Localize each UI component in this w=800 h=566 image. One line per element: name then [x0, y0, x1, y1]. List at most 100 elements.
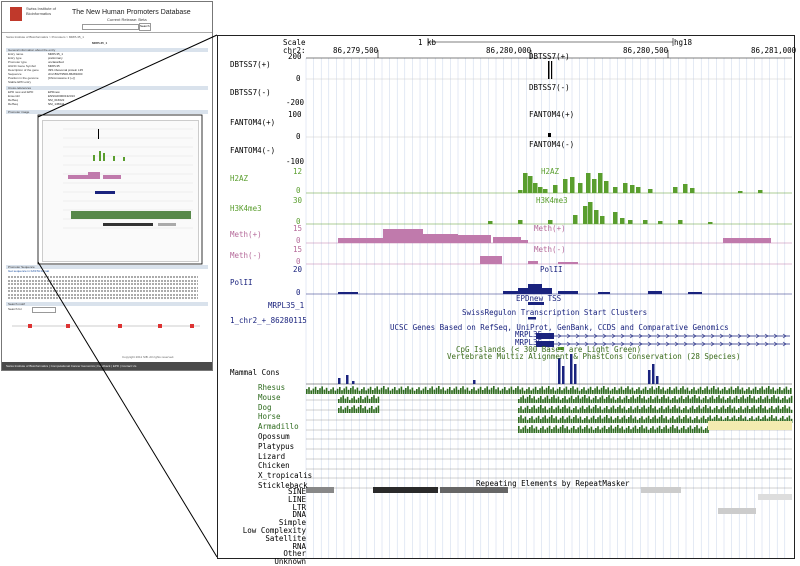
- sequence-line: [8, 279, 198, 282]
- track-label-swissregion-id[interactable]: 1_chr2_+_86280115: [230, 316, 307, 325]
- crossref-field-label: RefSeq: [8, 102, 19, 106]
- species-label[interactable]: Armadillo: [258, 422, 299, 431]
- alignment-bar: [355, 408, 358, 413]
- alignment-bar: [557, 405, 560, 413]
- alignment-bar: [738, 408, 740, 413]
- alignment-bar: [705, 428, 707, 433]
- species-label[interactable]: Rhesus: [258, 383, 285, 392]
- alignment-bar: [535, 426, 538, 433]
- alignment-bar: [577, 409, 579, 413]
- alignment-bar: [672, 398, 674, 403]
- species-label[interactable]: X_tropicalis: [258, 471, 312, 480]
- alignment-bar: [784, 405, 786, 413]
- alignment-bar: [464, 389, 466, 394]
- alignment-bar: [584, 409, 586, 413]
- alignment-bar: [768, 407, 771, 413]
- alignment-bar: [623, 406, 626, 413]
- sib-logo: [10, 7, 22, 21]
- alignment-bar: [597, 417, 599, 423]
- alignment-bar: [542, 399, 544, 403]
- alignment-bar: [352, 386, 354, 394]
- alignment-bar: [552, 387, 554, 394]
- alignment-bar: [342, 395, 344, 403]
- alignment-bar: [590, 399, 593, 403]
- mini-track-shape: [103, 223, 153, 226]
- alignment-bar: [539, 388, 541, 394]
- species-label[interactable]: Dog: [258, 403, 272, 412]
- track-label-meth-minus[interactable]: Meth(-): [230, 251, 262, 260]
- alignment-bar: [512, 389, 515, 394]
- alignment-bar: [493, 386, 495, 394]
- alignment-bar: [575, 415, 577, 423]
- alignment-bar: [520, 397, 522, 403]
- alignment-bar: [746, 389, 748, 394]
- conservation-label: Vertebrate Multiz Alignment & PhastCons …: [447, 352, 741, 361]
- species-label[interactable]: Horse: [258, 412, 281, 421]
- alignment-bar: [726, 390, 728, 394]
- track-label-mrpl35-1[interactable]: MRPL35_1: [268, 301, 304, 310]
- track-label-h2az[interactable]: H2AZ: [230, 174, 248, 183]
- alignment-bar: [508, 388, 510, 394]
- alignment-bar: [676, 408, 678, 413]
- alignment-bar: [444, 390, 447, 394]
- alignment-bar: [790, 409, 793, 413]
- alignment-bar: [617, 398, 619, 403]
- alignment-bar: [531, 407, 533, 413]
- alignment-bar: [674, 419, 676, 423]
- species-label[interactable]: Platypus: [258, 442, 294, 451]
- alignment-bar: [420, 390, 422, 394]
- track-label-fantom-plus[interactable]: FANTOM4(+): [230, 118, 275, 127]
- alignment-bar: [782, 407, 784, 413]
- alignment-bar: [363, 387, 365, 394]
- alignment-bar: [561, 390, 563, 394]
- alignment-bar: [342, 409, 344, 413]
- alignment-bar: [676, 426, 678, 433]
- alignment-bar: [729, 396, 731, 403]
- motif-select[interactable]: [32, 307, 56, 313]
- alignment-bar: [625, 395, 628, 403]
- alignment-bar: [603, 386, 605, 394]
- alignment-bar: [468, 390, 471, 394]
- track-label-fantom-minus[interactable]: FANTOM4(-): [230, 146, 275, 155]
- species-label[interactable]: Chicken: [258, 461, 290, 470]
- alignment-bar: [790, 395, 793, 403]
- track-label-polii[interactable]: PolII: [230, 278, 253, 287]
- alignment-bar: [678, 429, 681, 433]
- species-label[interactable]: Lizard: [258, 452, 285, 461]
- alignment-bar: [597, 408, 599, 413]
- species-label[interactable]: Mouse: [258, 393, 281, 402]
- alignment-bar: [729, 405, 731, 413]
- search-button[interactable]: Search: [139, 23, 151, 31]
- alignment-bar: [581, 396, 584, 403]
- alignment-bar: [577, 427, 579, 433]
- mini-track-shape: [99, 151, 101, 161]
- breadcrumb[interactable]: Swiss Institute of Bioinformatics > Prom…: [6, 35, 84, 39]
- alignment-bar: [710, 387, 713, 394]
- alignment-bar: [570, 418, 573, 423]
- alignment-bar: [581, 405, 584, 413]
- alignment-bar: [557, 396, 560, 403]
- track-label-mammal-cons[interactable]: Mammal Cons: [230, 368, 280, 377]
- alignment-bar: [557, 419, 560, 423]
- species-label[interactable]: Opossum: [258, 432, 290, 441]
- alignment-bar: [654, 415, 656, 423]
- mini-genome-browser: [42, 120, 199, 262]
- alignment-bar: [669, 399, 672, 403]
- alignment-bar: [364, 397, 366, 403]
- alignment-bar: [743, 390, 746, 394]
- site-footer[interactable]: Swiss Institute of Bioinformatics | Comp…: [2, 362, 212, 370]
- alignment-bar: [754, 386, 757, 394]
- fasta-link[interactable]: Get sequence in FASTA format: [8, 270, 206, 273]
- alignment-bar: [652, 426, 654, 433]
- search-input[interactable]: [82, 24, 139, 30]
- track-label-dbtss-plus[interactable]: DBTSS7(+): [230, 60, 271, 69]
- alignment-bar: [573, 408, 575, 413]
- h2az-bar: [518, 190, 523, 193]
- track-label-dbtss-minus[interactable]: DBTSS7(-): [230, 88, 271, 97]
- track-label-meth-plus[interactable]: Meth(+): [230, 230, 262, 239]
- info-field: Promoter type unclassified: [8, 61, 206, 64]
- alignment-bar: [661, 415, 663, 423]
- alignment-bar: [708, 389, 711, 394]
- track-label-h3k4me3[interactable]: H3K4me3: [230, 204, 262, 213]
- alignment-bar: [702, 397, 705, 403]
